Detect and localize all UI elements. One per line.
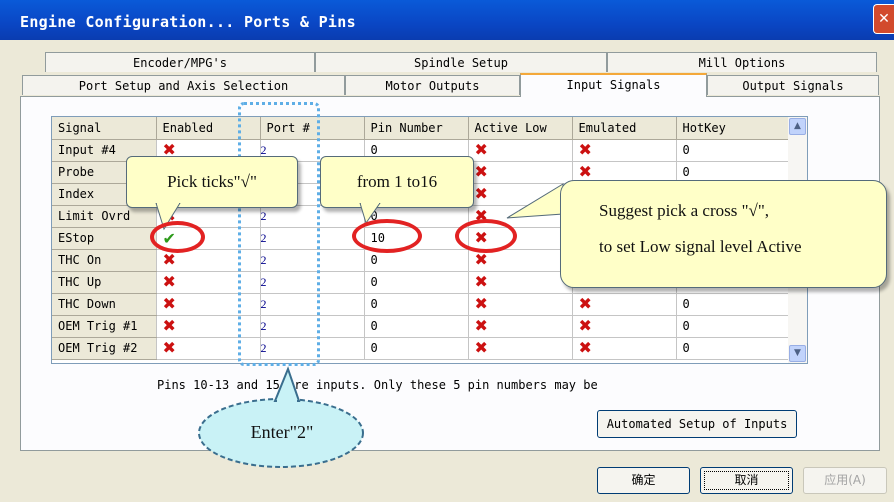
cross-icon: ✖ (578, 316, 592, 335)
tab-port-setup[interactable]: Port Setup and Axis Selection (22, 75, 345, 95)
window-title: Engine Configuration... Ports & Pins (20, 13, 356, 31)
pin-number-cell[interactable]: 0 (364, 271, 469, 294)
suggest-callout-pointer (506, 183, 564, 219)
cross-icon: ✖ (474, 162, 488, 181)
tab-spindle-setup[interactable]: Spindle Setup (315, 52, 607, 72)
scroll-down-arrow-icon[interactable]: ▼ (789, 345, 806, 362)
grid-header-row: Signal Enabled Port # Pin Number Active … (52, 117, 790, 140)
pin-number-cell[interactable]: 0 (364, 337, 469, 360)
emulated-cross-icon[interactable]: ✖ (572, 337, 677, 360)
automated-setup-button[interactable]: Automated Setup of Inputs (597, 410, 797, 438)
active-low-cross-icon[interactable]: ✖ (468, 271, 573, 294)
cross-icon: ✖ (474, 184, 488, 203)
tab-mill-options[interactable]: Mill Options (607, 52, 877, 72)
title-bar[interactable]: Engine Configuration... Ports & Pins ✕ (0, 0, 894, 40)
cross-icon: ✖ (578, 294, 592, 313)
signal-name-cell: THC Down (52, 293, 157, 316)
emulated-cross-icon[interactable]: ✖ (572, 293, 677, 316)
tab-encoder-mpgs[interactable]: Encoder/MPG's (45, 52, 315, 72)
cross-icon: ✖ (578, 140, 592, 159)
cross-icon: ✖ (474, 140, 488, 159)
pin-range-callout: from 1 to16 (320, 156, 474, 208)
hotkey-cell[interactable]: 0 (676, 293, 790, 316)
column-header-signal[interactable]: Signal (52, 117, 157, 140)
suggest-callout-line-2: to set Low signal level Active (599, 237, 802, 256)
ok-button[interactable]: 确定 (597, 467, 690, 494)
hotkey-cell[interactable]: 0 (676, 337, 790, 360)
column-header-hotkey[interactable]: HotKey (676, 117, 790, 140)
signal-name-cell: Limit Ovrd (52, 205, 157, 228)
suggest-cross-callout: Suggest pick a cross "√", to set Low sig… (560, 180, 887, 288)
pin-number-highlight-ring (352, 219, 422, 253)
signal-name-cell: THC On (52, 249, 157, 272)
enter-port-callout-bubble (198, 366, 364, 468)
tab-output-signals[interactable]: Output Signals (707, 75, 879, 95)
column-header-active-low[interactable]: Active Low (468, 117, 573, 140)
cross-icon: ✖ (578, 162, 592, 181)
cross-icon: ✖ (162, 294, 176, 313)
cross-icon: ✖ (162, 272, 176, 291)
tab-input-signals[interactable]: Input Signals (520, 73, 707, 97)
active-low-cross-icon[interactable]: ✖ (468, 337, 573, 360)
cross-icon: ✖ (474, 272, 488, 291)
enabled-tick-highlight-ring (150, 221, 205, 253)
column-header-emulated[interactable]: Emulated (572, 117, 677, 140)
hotkey-cell[interactable]: 0 (676, 139, 790, 162)
pin-number-cell[interactable]: 0 (364, 315, 469, 338)
cross-icon: ✖ (474, 338, 488, 357)
signal-name-cell: OEM Trig #2 (52, 337, 157, 360)
enter-port-callout-text: Enter"2" (250, 422, 314, 442)
apply-button[interactable]: 应用(A) (803, 467, 887, 494)
emulated-cross-icon[interactable]: ✖ (572, 315, 677, 338)
cancel-button[interactable]: 取消 (700, 467, 793, 494)
signal-name-cell: EStop (52, 227, 157, 250)
scroll-up-arrow-icon[interactable]: ▲ (789, 118, 806, 135)
cross-icon: ✖ (578, 338, 592, 357)
cross-icon: ✖ (474, 316, 488, 335)
port-column-highlight (238, 102, 320, 366)
column-header-pin-number[interactable]: Pin Number (364, 117, 469, 140)
table-row[interactable]: THC Down ✖ 2 0 ✖ ✖ 0 (52, 293, 790, 316)
table-row[interactable]: OEM Trig #2 ✖ 2 0 ✖ ✖ 0 (52, 337, 790, 360)
pin-number-cell[interactable]: 0 (364, 293, 469, 316)
active-low-cross-icon[interactable]: ✖ (468, 139, 573, 162)
cross-icon: ✖ (162, 316, 176, 335)
close-button[interactable]: ✕ (873, 4, 894, 34)
cross-icon: ✖ (474, 294, 488, 313)
active-low-cross-icon[interactable]: ✖ (468, 293, 573, 316)
pick-ticks-callout: Pick ticks"√" (126, 156, 298, 208)
signal-name-cell: OEM Trig #1 (52, 315, 157, 338)
signal-name-cell: THC Up (52, 271, 157, 294)
tab-motor-outputs[interactable]: Motor Outputs (345, 75, 520, 95)
suggest-callout-line-1: Suggest pick a cross "√", (599, 201, 770, 220)
hotkey-cell[interactable]: 0 (676, 315, 790, 338)
cross-icon: ✖ (162, 338, 176, 357)
active-low-highlight-ring (455, 219, 517, 253)
active-low-cross-icon[interactable]: ✖ (468, 315, 573, 338)
table-row[interactable]: OEM Trig #1 ✖ 2 0 ✖ ✖ 0 (52, 315, 790, 338)
emulated-cross-icon[interactable]: ✖ (572, 139, 677, 162)
